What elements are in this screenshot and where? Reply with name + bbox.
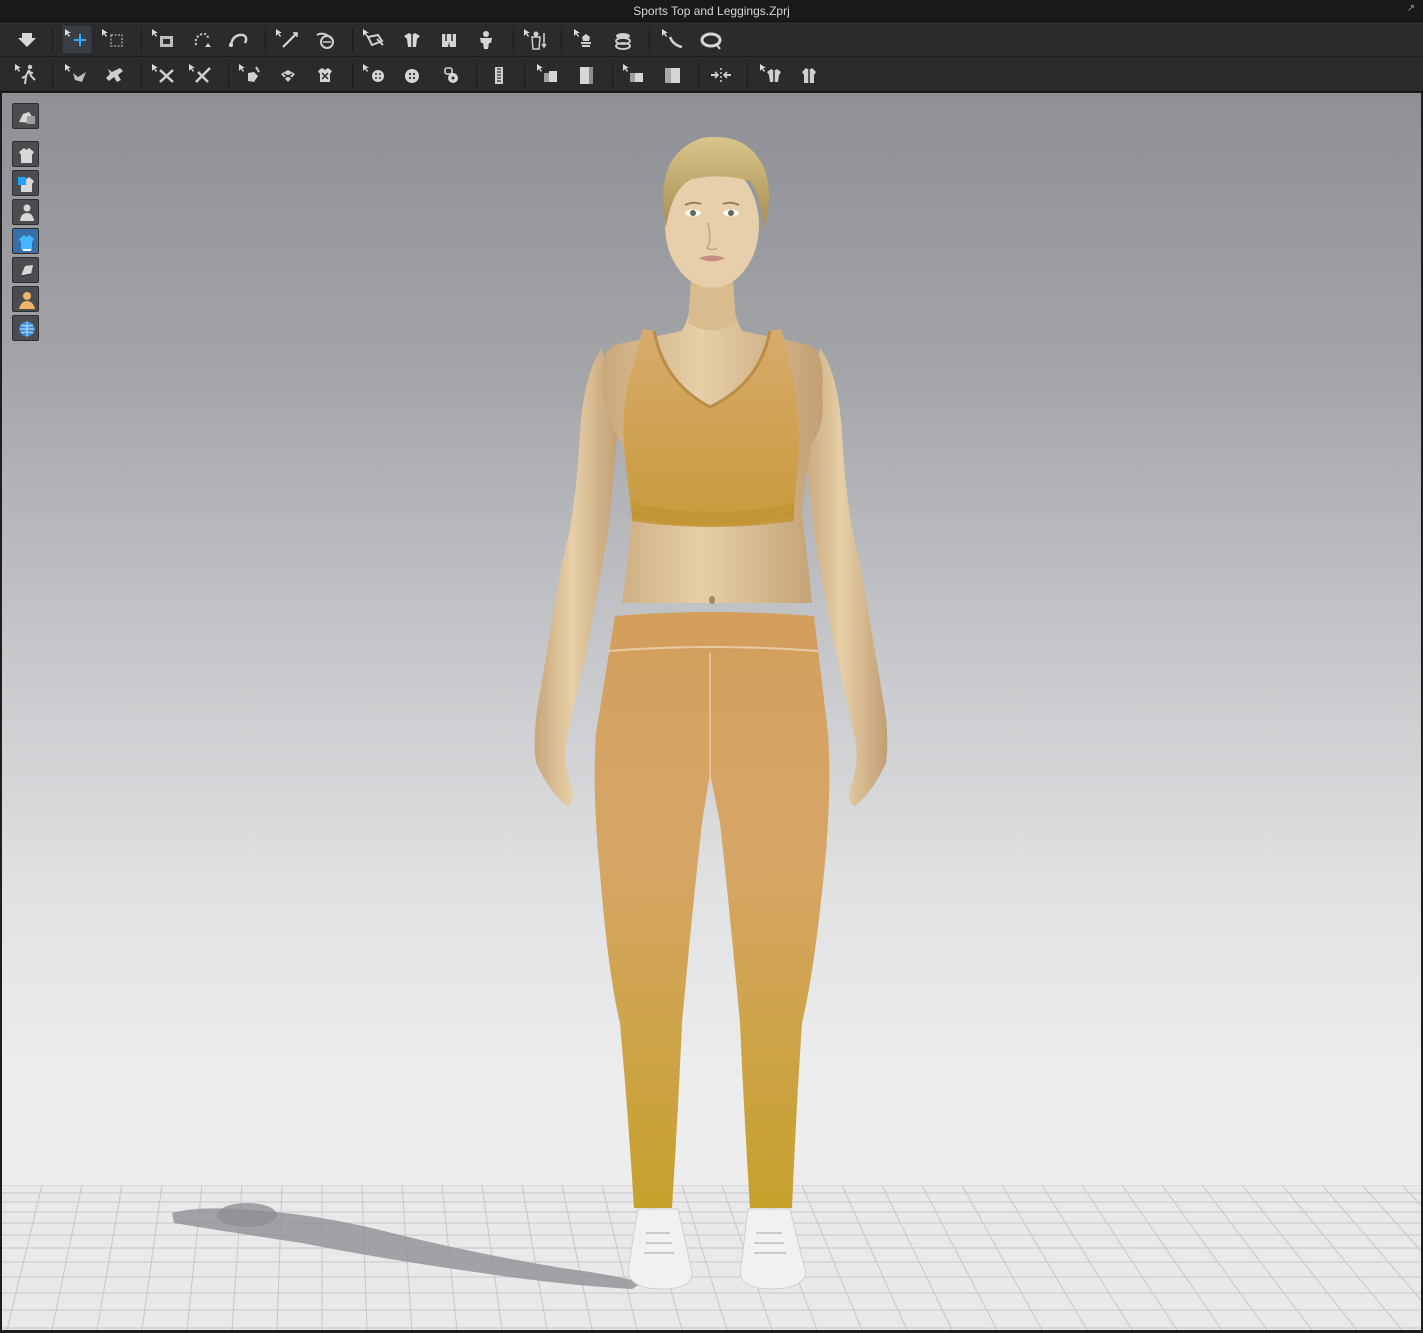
3d-viewport[interactable] [2, 93, 1421, 1330]
topstitch-icon[interactable] [310, 60, 340, 89]
camera-view-icon[interactable] [12, 103, 39, 129]
layer-icon[interactable] [659, 25, 689, 54]
avatar-3d-model[interactable] [2, 93, 1421, 1330]
fold-arrangement-icon[interactable] [397, 25, 427, 54]
edit-curvature-icon[interactable] [223, 25, 253, 54]
tack-icon[interactable] [696, 25, 726, 54]
popout-icon[interactable]: ↗ [1405, 3, 1417, 15]
edit-sewing-icon[interactable] [360, 25, 390, 54]
puckering-icon[interactable] [273, 60, 303, 89]
shrinkage-icon[interactable] [657, 60, 687, 89]
show-3d-garment-icon[interactable] [12, 228, 39, 254]
measure-length-icon[interactable] [757, 60, 787, 89]
fold-pattern-icon[interactable] [534, 60, 564, 89]
animation-walk-icon[interactable] [12, 60, 42, 89]
toolbar-top [0, 22, 1423, 57]
show-avatar-skin-icon[interactable] [12, 170, 39, 196]
zipper-icon[interactable] [484, 60, 514, 89]
fabric-style-icon[interactable] [571, 25, 601, 54]
buttonhole-icon[interactable] [397, 60, 427, 89]
avatar-display-icon[interactable] [12, 286, 39, 312]
window-titlebar: Sports Top and Leggings.Zprj ↗ [0, 0, 1423, 22]
show-garment-icon[interactable] [12, 141, 39, 167]
strengthen-icon[interactable] [608, 25, 638, 54]
gathering-icon[interactable] [434, 60, 464, 89]
show-avatar-icon[interactable] [12, 199, 39, 225]
hide-avatar-icon[interactable] [471, 25, 501, 54]
transform-pattern-icon[interactable] [149, 25, 179, 54]
window-title: Sports Top and Leggings.Zprj [633, 4, 790, 18]
garment-fit-map-icon[interactable] [794, 60, 824, 89]
button-icon[interactable] [360, 60, 390, 89]
transform-mesh-icon[interactable] [186, 25, 216, 54]
tack-on-avatar-icon[interactable] [99, 60, 129, 89]
show-arrangement-points-icon[interactable] [434, 25, 464, 54]
free-sewing-icon[interactable] [310, 25, 340, 54]
edit-texture-icon[interactable] [149, 60, 179, 89]
environment-globe-icon[interactable] [12, 315, 39, 341]
avatar-pose-icon[interactable] [521, 25, 551, 54]
leggings-garment[interactable] [594, 612, 830, 1208]
segment-sewing-icon[interactable] [273, 25, 303, 54]
piping-icon[interactable] [571, 60, 601, 89]
edit-graphic-icon[interactable] [186, 60, 216, 89]
texture-view-icon[interactable] [12, 257, 39, 283]
measure-circumference-icon[interactable] [706, 60, 736, 89]
left-sneaker [627, 1208, 693, 1290]
right-sneaker [739, 1208, 807, 1290]
simulation-icon[interactable] [12, 25, 42, 54]
select-move-icon[interactable] [62, 25, 92, 54]
fold-icon[interactable] [62, 60, 92, 89]
bond-icon[interactable] [236, 60, 266, 89]
elastic-icon[interactable] [620, 60, 650, 89]
toolbar-bottom [0, 57, 1423, 92]
select-mesh-box-icon[interactable] [99, 25, 129, 54]
